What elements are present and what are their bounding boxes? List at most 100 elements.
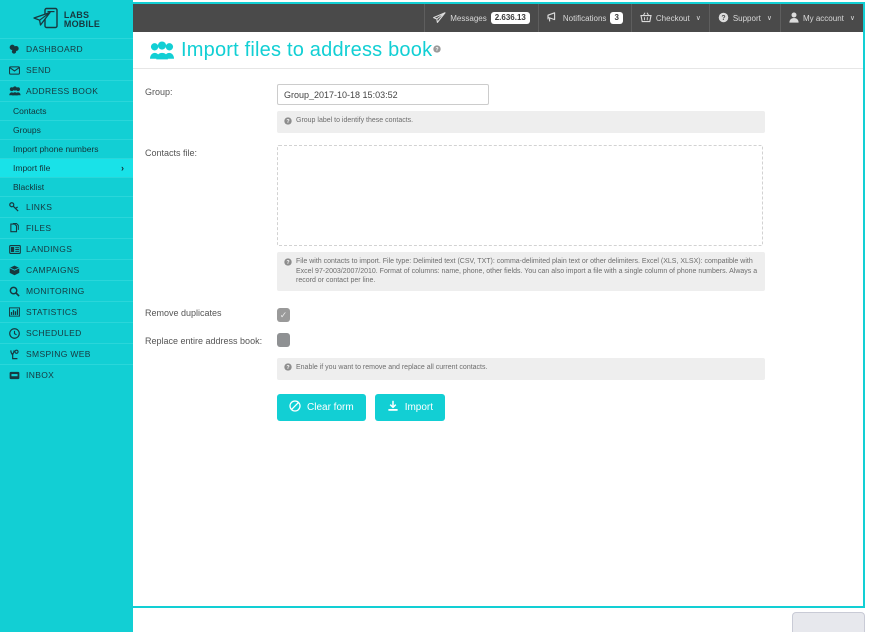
svg-text:?: ? [721,15,725,22]
chevron-right-icon: › [121,163,124,173]
sidebar-item-blacklist[interactable]: Blacklist [0,177,133,196]
sidebar-item-scheduled[interactable]: SCHEDULED [0,322,133,343]
replace-address-book-row: Replace entire address book: ? Enable if… [133,332,863,380]
topbar-my-account[interactable]: My account ∨ [779,4,863,32]
sidebar-item-dashboard[interactable]: DASHBOARD [0,38,133,59]
remove-duplicates-label: Remove duplicates [145,307,222,318]
contacts-file-help-text: File with contacts to import. File type:… [296,258,758,284]
sidebar: LABS MOBILE DASHBOARD SEND ADDRESS BOOK [0,0,133,632]
sidebar-label: Import file [13,163,51,173]
content-panel: Import files to address book ? Group: ? [133,32,865,608]
group-help: ? Group label to identify these contacts… [277,111,765,133]
sidebar-label: Groups [13,125,41,135]
contacts-file-help: ? File with contacts to import. File typ… [277,252,765,291]
import-form: Group: ? Group label to identify these c… [133,69,863,421]
chevron-down-icon: ∨ [766,15,772,22]
landing-icon [9,244,22,254]
sidebar-item-import-phone-numbers[interactable]: Import phone numbers [0,139,133,158]
chat-widget[interactable] [792,612,865,632]
paper-plane-icon [433,11,446,25]
sidebar-item-groups[interactable]: Groups [0,120,133,139]
sidebar-item-import-file[interactable]: Import file › [0,158,133,177]
form-actions-row: Clear form Import [133,380,863,421]
sidebar-item-campaigns[interactable]: CAMPAIGNS [0,259,133,280]
sidebar-item-inbox[interactable]: INBOX [0,364,133,385]
app-window: LABS MOBILE DASHBOARD SEND ADDRESS BOOK [0,0,877,632]
replace-address-book-label: Replace entire address book: [145,335,263,346]
sidebar-label: LANDINGS [26,244,73,254]
megaphone-icon [547,11,559,25]
help-icon[interactable]: ? [433,45,441,55]
topbar-support[interactable]: ? Support ∨ [708,4,780,32]
files-icon [9,223,22,233]
sidebar-item-files[interactable]: FILES [0,217,133,238]
sidebar-item-landings[interactable]: LANDINGS [0,238,133,259]
svg-text:?: ? [286,365,289,371]
clear-form-button[interactable]: Clear form [277,393,366,421]
dashboard-icon [9,44,22,54]
main-area: Messages 2.636.13 Notifications 3 Checko… [133,0,877,632]
topbar-checkout-label: Checkout [655,13,690,23]
contacts-file-label: Contacts file: [145,148,198,158]
box-icon [9,265,22,276]
group-input[interactable] [277,84,489,105]
sidebar-label: Import phone numbers [13,144,99,154]
envelope-icon [9,65,22,75]
topbar-notifications-label: Notifications [562,13,607,23]
topbar-account-label: My account [802,13,844,23]
help-circle-icon: ? [284,116,292,129]
phone-plane-logo-icon [33,7,59,34]
topbar-messages-label: Messages [450,13,487,23]
group-row: Group: ? Group label to identify these c… [133,84,863,133]
contacts-file-dropzone[interactable] [277,145,763,246]
sidebar-label: ADDRESS BOOK [26,86,99,96]
sidebar-item-monitoring[interactable]: MONITORING [0,280,133,301]
import-button[interactable]: Import [374,393,446,421]
remove-duplicates-row: Remove duplicates ✓ [133,305,863,323]
page-header: Import files to address book ? [133,32,863,69]
sidebar-label: Blacklist [13,182,45,192]
group-label: Group: [145,87,173,97]
remove-duplicates-checkbox[interactable]: ✓ [277,308,290,322]
smsping-icon [9,349,22,360]
link-icon [9,202,22,212]
group-help-text: Group label to identify these contacts. [296,117,414,124]
topbar-messages[interactable]: Messages 2.636.13 [424,4,538,32]
sidebar-label: DASHBOARD [26,44,83,54]
user-icon [789,12,799,25]
replace-address-book-help: ? Enable if you want to remove and repla… [277,357,765,380]
ban-icon [289,399,301,415]
replace-address-book-checkbox[interactable] [277,332,290,347]
sidebar-label: MONITORING [26,286,85,296]
sidebar-label: CAMPAIGNS [26,265,80,275]
sidebar-label: LINKS [26,202,53,212]
clock-icon [9,327,22,339]
download-icon [387,400,399,415]
sidebar-item-send[interactable]: SEND [0,59,133,80]
sidebar-label: Contacts [13,106,47,116]
contacts-file-row: Contacts file: ? File with contacts to i… [133,145,863,291]
page-title: Import files to address book [181,38,433,61]
notifications-badge: 3 [610,12,623,24]
topbar-support-label: Support [732,13,761,23]
logo-line1: LABS [63,9,90,20]
search-icon [9,286,22,297]
sidebar-label: INBOX [26,370,55,380]
sidebar-item-contacts[interactable]: Contacts [0,101,133,120]
sidebar-label: STATISTICS [26,307,78,317]
sidebar-label: FILES [26,223,52,233]
sidebar-item-address-book[interactable]: ADDRESS BOOK [0,80,133,101]
sidebar-item-smsping-web[interactable]: SMSPING WEB [0,343,133,364]
bar-chart-icon [9,307,22,317]
logo-line2: MOBILE [63,19,101,29]
messages-badge: 2.636.13 [490,12,530,24]
help-circle-icon: ? [284,363,292,375]
topbar-notifications[interactable]: Notifications 3 [537,4,631,32]
chevron-down-icon: ∨ [849,15,855,22]
sidebar-item-links[interactable]: LINKS [0,196,133,217]
topbar-checkout[interactable]: Checkout ∨ [630,4,709,32]
people-icon [150,40,174,60]
svg-text:?: ? [286,259,289,265]
brand-logo[interactable]: LABS MOBILE [0,0,133,38]
sidebar-item-statistics[interactable]: STATISTICS [0,301,133,322]
